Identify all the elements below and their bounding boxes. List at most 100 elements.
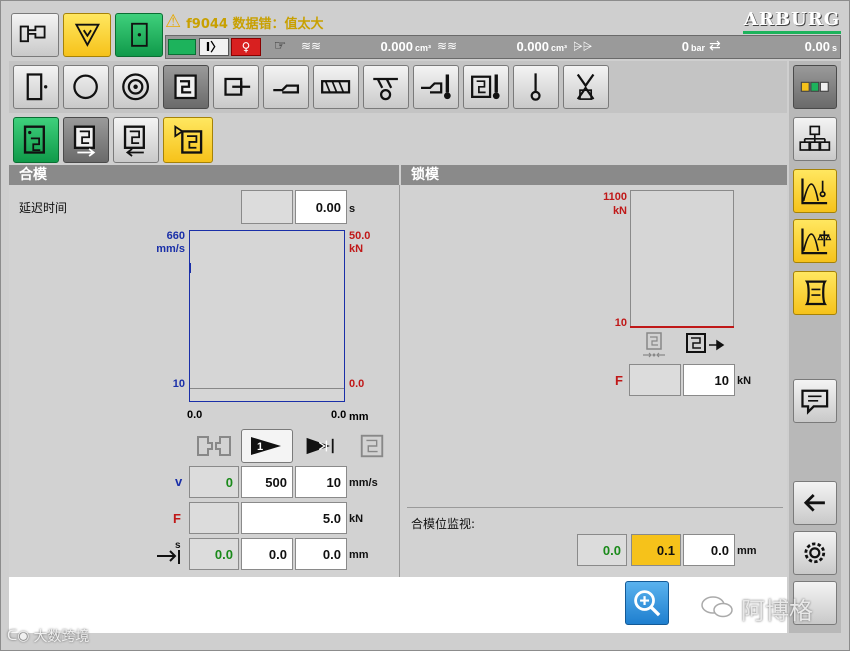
monitor-setpoint-input[interactable]: 0.0: [683, 534, 735, 566]
velocity-label: v: [175, 474, 183, 489]
lock-chart-y-max: 1100: [603, 191, 627, 203]
machine-view-button[interactable]: [11, 13, 59, 57]
lock-build-up-icon: [685, 331, 735, 357]
monitor-actual: 0.0: [577, 534, 627, 566]
process-curve-icon: [801, 178, 828, 205]
arrow-to-stop-icon: [306, 437, 334, 455]
mould-open-button[interactable]: [113, 117, 159, 163]
chart-right-y-max: 50.0: [349, 230, 371, 242]
cushion-volume-value: 0.000 cm³: [516, 39, 567, 54]
lock-force-label: F: [615, 373, 623, 388]
chart-x-unit: mm: [349, 411, 369, 423]
dosing-button[interactable]: [363, 65, 409, 109]
svg-text:s: s: [175, 540, 181, 551]
stage-mould-closed-icon: [355, 429, 389, 463]
force-input[interactable]: 5.0: [241, 502, 347, 534]
chart-left-y-min: 10: [172, 378, 185, 390]
lock-chart-y-unit: kN: [612, 205, 627, 217]
stroke-input-1[interactable]: 0.0: [241, 538, 293, 570]
alarm-bar[interactable]: ⚠ f9044 数据错：值太大: [165, 11, 743, 33]
quality-graph-button[interactable]: [793, 219, 837, 263]
zoom-button[interactable]: [625, 581, 669, 625]
screw-back-icon: ≋≋: [437, 39, 458, 53]
mould-button[interactable]: [13, 65, 59, 109]
brand-underline: [743, 31, 841, 34]
injection-button[interactable]: [313, 65, 359, 109]
nozzle-thermometer-icon: [421, 74, 452, 100]
lock-force-input[interactable]: 10: [683, 364, 735, 396]
mould-height-icon: [24, 125, 46, 155]
hierarchy-icon: [799, 125, 831, 152]
mould-position-monitor-label: 合模位监视:: [411, 517, 476, 531]
clamp-lock-header: 锁模: [401, 165, 787, 185]
door-button[interactable]: [115, 13, 163, 57]
documentation-button[interactable]: [793, 271, 837, 315]
monitor-divider: [407, 507, 783, 508]
stroke-input-2[interactable]: 0.0: [295, 538, 347, 570]
back-button[interactable]: [793, 481, 837, 525]
mould-clamp-icon: [174, 74, 198, 100]
nozzle-temperature-button[interactable]: [413, 65, 459, 109]
machine-icon: [19, 25, 46, 43]
mould-thermometer-icon: [471, 74, 500, 100]
velocity-setpoint-input[interactable]: 500: [241, 466, 293, 498]
layout-icon: [801, 81, 829, 93]
screw-icon: ≋≋: [301, 39, 322, 53]
speech-bubble-icon: [801, 389, 829, 415]
temperature-button[interactable]: [113, 65, 159, 109]
ejector-icon: [224, 78, 251, 96]
mould-temperature-button[interactable]: [463, 65, 509, 109]
section-divider: [399, 185, 400, 577]
alarm-text: f9044 数据错：值太大: [186, 16, 324, 32]
hierarchy-button[interactable]: [793, 117, 837, 161]
process-graph-button[interactable]: [793, 169, 837, 213]
cycle-button[interactable]: [63, 65, 109, 109]
monitor-tolerance-input[interactable]: 0.1: [631, 534, 681, 566]
mould-door-icon: [27, 73, 48, 101]
lock-force-chart: [630, 190, 734, 328]
ejector-button[interactable]: [213, 65, 259, 109]
mould-close-icon: [74, 125, 96, 158]
screen-layout-button[interactable]: [793, 65, 837, 109]
app-window: ⚠ f9044 数据错：值太大 ARBURG I〉 ♀ ☞ ≋≋ 0.000 cm…: [0, 0, 850, 651]
dosing-volume-value: 0.000 cm³: [380, 39, 431, 54]
pressure-value: 0 bar: [681, 39, 705, 54]
stroke-actual: 0.0: [189, 538, 239, 570]
stage-open-icon: [191, 429, 237, 463]
lock-chart-y-min: 10: [614, 317, 627, 329]
wechat-icon: [699, 593, 735, 621]
dosing-icon: [373, 78, 399, 101]
door-icon: [130, 23, 148, 47]
force-label: F: [173, 511, 181, 526]
velocity-end-input[interactable]: 10: [295, 466, 347, 498]
chart-right-y-unit: kN: [349, 243, 364, 255]
hand-icon: ☞: [273, 38, 287, 54]
probe-icon: [530, 73, 542, 101]
mould-close-button[interactable]: [63, 117, 109, 163]
message-button[interactable]: [793, 379, 837, 423]
sensor-button[interactable]: [513, 65, 559, 109]
chart-x-min: 0.0: [187, 409, 203, 421]
stage-end-button[interactable]: [299, 429, 343, 463]
chart-velocity-trace: [189, 263, 191, 273]
mould-protection-button[interactable]: [163, 117, 213, 163]
nozzle-button[interactable]: [263, 65, 309, 109]
svg-text:1: 1: [257, 441, 263, 453]
delay-time-input[interactable]: 0.00: [295, 190, 347, 224]
force-actual: [189, 502, 239, 534]
stage-1-button[interactable]: 1: [241, 429, 293, 463]
mould-height-button[interactable]: [13, 117, 59, 163]
alarm-button[interactable]: [63, 13, 111, 57]
warning-icon: ⚠: [165, 11, 182, 32]
lock-force-actual: [629, 364, 681, 396]
closing-profile-chart: [189, 230, 345, 402]
nozzle-icon: [273, 84, 300, 94]
chart-right-y-min: 0.0: [349, 378, 365, 390]
mould-open-icon: [124, 125, 146, 158]
monitor-unit: mm: [737, 545, 757, 557]
watermark-logo-icon: ᑕ◉: [7, 628, 30, 644]
settings-button[interactable]: [793, 531, 837, 575]
robot-button[interactable]: [563, 65, 609, 109]
mould-movement-button[interactable]: [163, 65, 209, 109]
scroll-icon: [805, 280, 828, 306]
